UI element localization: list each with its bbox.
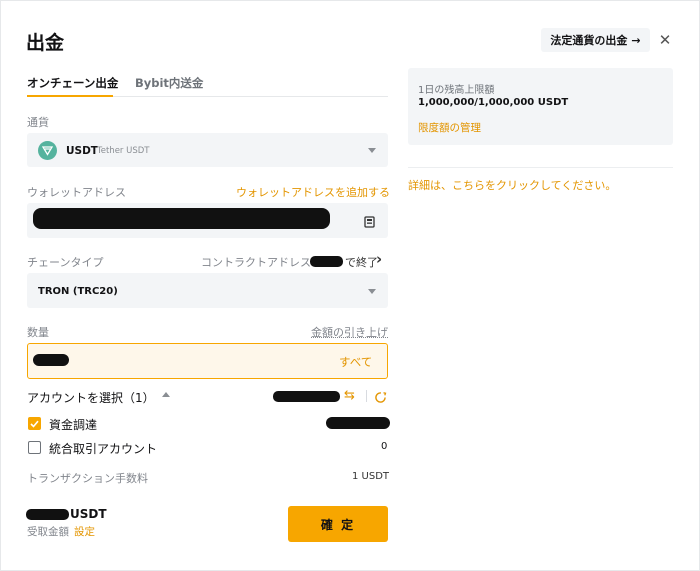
receive-amount-label: 受取金額 xyxy=(27,526,69,538)
chevron-down-icon xyxy=(368,148,376,153)
manage-limit-link[interactable]: 限度額の管理 xyxy=(418,120,481,135)
transfer-icon[interactable]: ⇆ xyxy=(344,388,355,403)
amount-label: 数量 xyxy=(27,326,49,339)
redacted-funding-balance xyxy=(326,417,390,429)
fee-value: 1 USDT xyxy=(352,471,390,482)
unified-trading-value: 0 xyxy=(381,441,388,452)
address-book-icon[interactable] xyxy=(364,213,375,228)
chain-type-value: TRON (TRC20) xyxy=(38,286,118,297)
refresh-icon[interactable] xyxy=(374,389,387,403)
confirm-button[interactable]: 確 定 xyxy=(288,506,388,542)
receive-currency: USDT xyxy=(70,507,107,521)
raise-limit-link[interactable]: 金額の引き上げ xyxy=(311,324,388,340)
close-icon[interactable]: ✕ xyxy=(655,28,675,52)
daily-limit-title: 1日の残高上限額 xyxy=(418,85,495,96)
chevron-down-icon xyxy=(368,289,376,294)
fiat-withdraw-button[interactable]: 法定通貨の出金 → xyxy=(541,28,650,52)
receive-settings-link[interactable]: 設定 xyxy=(74,524,95,539)
unified-trading-checkbox[interactable] xyxy=(28,441,41,454)
fee-label: トランザクション手数料 xyxy=(27,472,148,485)
amount-input[interactable] xyxy=(27,343,388,379)
unified-trading-label: 統合取引アカウント xyxy=(49,442,158,456)
usdt-coin-icon xyxy=(38,141,57,160)
tab-onchain-withdraw[interactable]: オンチェーン出金 xyxy=(27,75,118,91)
wallet-address-label: ウォレットアドレス xyxy=(27,186,126,199)
redacted-balance xyxy=(273,391,340,402)
funding-account-checkbox[interactable] xyxy=(28,417,41,430)
chain-type-label: チェーンタイプ xyxy=(27,256,104,269)
currency-label: 通貨 xyxy=(27,116,49,129)
redacted-receive-amount xyxy=(26,509,69,520)
currency-symbol: USDT xyxy=(66,145,98,157)
daily-limit-value: 1,000,000/1,000,000 USDT xyxy=(418,97,569,108)
dialog-title: 出金 xyxy=(26,32,65,54)
chevron-up-icon[interactable] xyxy=(162,392,170,397)
arrow-right-icon: → xyxy=(631,33,641,47)
fiat-withdraw-label: 法定通貨の出金 xyxy=(550,34,628,47)
tab-active-indicator xyxy=(27,95,113,97)
chevron-right-icon: › xyxy=(376,250,383,268)
side-divider xyxy=(408,167,673,168)
divider xyxy=(366,390,367,402)
funding-account-label: 資金調達 xyxy=(49,418,98,432)
currency-name: Tether USDT xyxy=(97,146,150,156)
add-wallet-address-link[interactable]: ウォレットアドレスを追加する xyxy=(236,184,390,200)
redacted-contract-tail xyxy=(310,256,343,267)
account-select-label: アカウントを選択（1） xyxy=(27,391,155,405)
redacted-amount xyxy=(33,354,69,366)
tab-bybit-internal-transfer[interactable]: Bybit内送金 xyxy=(135,75,203,91)
all-amount-button[interactable]: すべて xyxy=(339,354,372,370)
redacted-wallet-address xyxy=(33,208,330,229)
contract-address-link[interactable]: コントラクトアドレス xyxy=(201,254,311,270)
details-link[interactable]: 詳細は、こちらをクリックしてください。 xyxy=(408,177,616,193)
contract-suffix: で終了 xyxy=(345,256,378,269)
